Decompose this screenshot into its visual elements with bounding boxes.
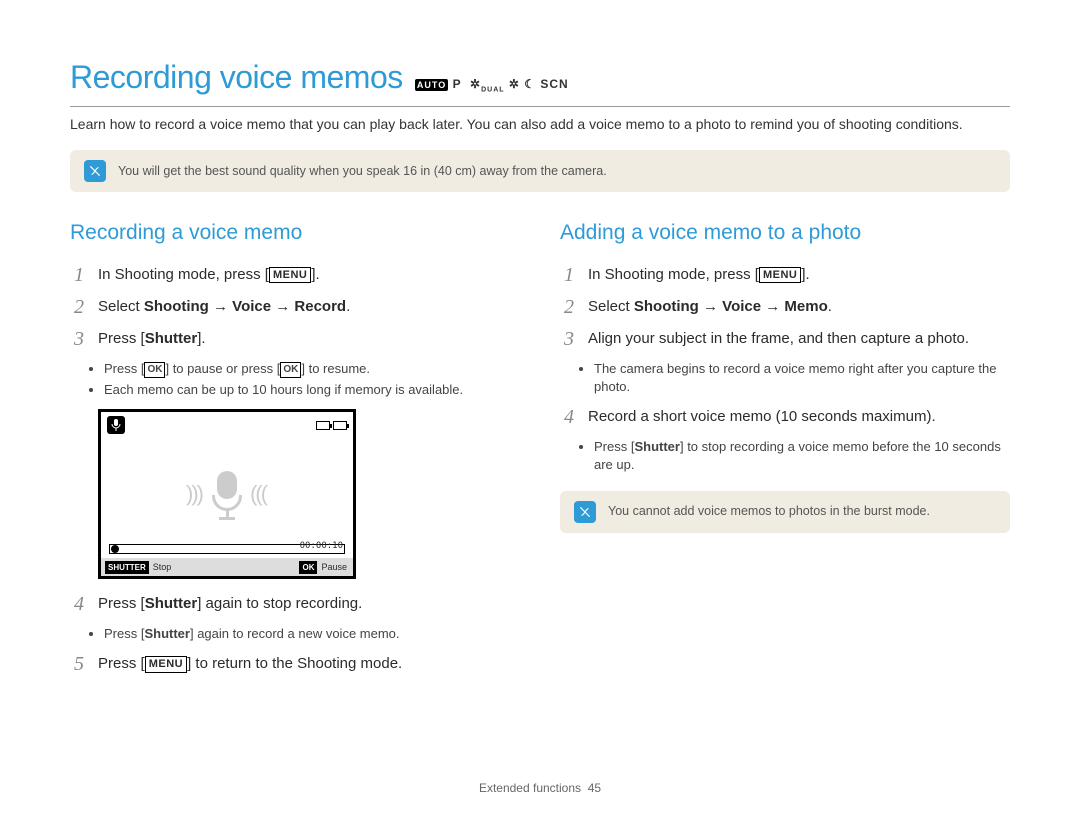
step-text: Press [ xyxy=(98,655,145,672)
note-icon xyxy=(84,160,106,182)
step-number: 2 xyxy=(70,296,88,318)
shutter-key: Shutter xyxy=(145,330,198,347)
step-number: 3 xyxy=(560,328,578,350)
microphone-icon xyxy=(210,471,244,517)
step-1: 1 In Shooting mode, press [MENU]. xyxy=(560,264,1010,286)
ok-key: OK xyxy=(280,362,301,378)
header-row: Recording voice memos AUTO P ✲DUAL ✲ ☾ S… xyxy=(70,55,1010,100)
step-2: 2 Select Shooting → Voice → Memo. xyxy=(560,296,1010,318)
list-item: Each memo can be up to 10 hours long if … xyxy=(104,381,520,399)
shutter-key: Shutter xyxy=(634,439,680,454)
list-item: Press [Shutter] again to record a new vo… xyxy=(104,625,520,643)
list-item: The camera begins to record a voice memo… xyxy=(594,360,1010,396)
step-text: Press [ xyxy=(98,330,145,347)
pause-label: Pause xyxy=(321,561,347,574)
step-text: In Shooting mode, press [ xyxy=(588,266,759,283)
step-text: Select xyxy=(98,298,144,315)
step-4-bullets: Press [Shutter] again to record a new vo… xyxy=(104,625,520,643)
step-number: 3 xyxy=(70,328,88,350)
elapsed-time: 00:00:10 xyxy=(300,540,343,553)
menu-key: MENU xyxy=(269,267,311,283)
page-title: Recording voice memos xyxy=(70,55,403,100)
note-callout: You cannot add voice memos to photos in … xyxy=(560,491,1010,533)
step-text: In Shooting mode, press [ xyxy=(98,266,269,283)
intro-text: Learn how to record a voice memo that yo… xyxy=(70,115,1010,135)
note-text: You cannot add voice memos to photos in … xyxy=(608,503,930,521)
step-3: 3 Press [Shutter]. xyxy=(70,328,520,350)
sound-wave-icon: ))) xyxy=(186,479,202,510)
divider xyxy=(70,106,1010,107)
step-number: 4 xyxy=(70,593,88,615)
step-text: Select xyxy=(588,298,634,315)
tip-text: You will get the best sound quality when… xyxy=(118,163,607,181)
step-number: 2 xyxy=(560,296,578,318)
ok-tag: OK xyxy=(299,561,317,574)
step-text: . xyxy=(346,298,350,315)
footer-page-number: 45 xyxy=(588,781,601,795)
camera-screen-illustration: ))) ))) 00:00:10 SHUTTER Stop OK Pause xyxy=(98,409,356,579)
menu-key: MENU xyxy=(145,656,187,672)
step-number: 5 xyxy=(70,653,88,675)
list-item: Press [Shutter] to stop recording a voic… xyxy=(594,438,1010,474)
footer-section: Extended functions xyxy=(479,781,581,795)
step-number: 1 xyxy=(70,264,88,286)
step-text: ] to return to the Shooting mode. xyxy=(187,655,402,672)
step-text: Press [ xyxy=(98,595,145,612)
mic-icon xyxy=(107,416,125,434)
menu-path: Shooting → Voice → Memo xyxy=(634,298,828,315)
step-1: 1 In Shooting mode, press [MENU]. xyxy=(70,264,520,286)
left-column: Recording a voice memo 1 In Shooting mod… xyxy=(70,218,520,685)
ok-key: OK xyxy=(144,362,165,378)
step-text: ]. xyxy=(311,266,319,283)
step-4: 4 Record a short voice memo (10 seconds … xyxy=(560,406,1010,428)
menu-path: Shooting → Voice → Record xyxy=(144,298,346,315)
step-text: ]. xyxy=(801,266,809,283)
note-icon xyxy=(574,501,596,523)
step-3-bullets: Press [OK] to pause or press [OK] to res… xyxy=(104,360,520,399)
page-footer: Extended functions 45 xyxy=(0,780,1080,797)
section-title-left: Recording a voice memo xyxy=(70,218,520,247)
step-text: . xyxy=(828,298,832,315)
mode-icons: AUTO P ✲DUAL ✲ ☾ SCN xyxy=(415,76,569,95)
list-item: Press [OK] to pause or press [OK] to res… xyxy=(104,360,520,378)
menu-key: MENU xyxy=(759,267,801,283)
step-4-bullets: Press [Shutter] to stop recording a voic… xyxy=(594,438,1010,474)
step-number: 4 xyxy=(560,406,578,428)
screen-bottom-bar: SHUTTER Stop OK Pause xyxy=(101,558,353,576)
shutter-key: Shutter xyxy=(145,595,198,612)
step-number: 1 xyxy=(560,264,578,286)
step-5: 5 Press [MENU] to return to the Shooting… xyxy=(70,653,520,675)
section-title-right: Adding a voice memo to a photo xyxy=(560,218,1010,247)
shutter-key: Shutter xyxy=(144,626,190,641)
step-3-bullets: The camera begins to record a voice memo… xyxy=(594,360,1010,396)
step-4: 4 Press [Shutter] again to stop recordin… xyxy=(70,593,520,615)
stop-label: Stop xyxy=(153,561,172,574)
step-text: Align your subject in the frame, and the… xyxy=(588,328,1010,350)
step-text: ]. xyxy=(197,330,205,347)
tip-callout: You will get the best sound quality when… xyxy=(70,150,1010,192)
step-text: ] again to stop recording. xyxy=(197,595,362,612)
battery-icon xyxy=(316,421,347,430)
step-3: 3 Align your subject in the frame, and t… xyxy=(560,328,1010,350)
shutter-tag: SHUTTER xyxy=(105,561,149,574)
sound-wave-icon: ))) xyxy=(252,479,268,510)
right-column: Adding a voice memo to a photo 1 In Shoo… xyxy=(560,218,1010,685)
step-text: Record a short voice memo (10 seconds ma… xyxy=(588,406,1010,428)
step-2: 2 Select Shooting → Voice → Record. xyxy=(70,296,520,318)
